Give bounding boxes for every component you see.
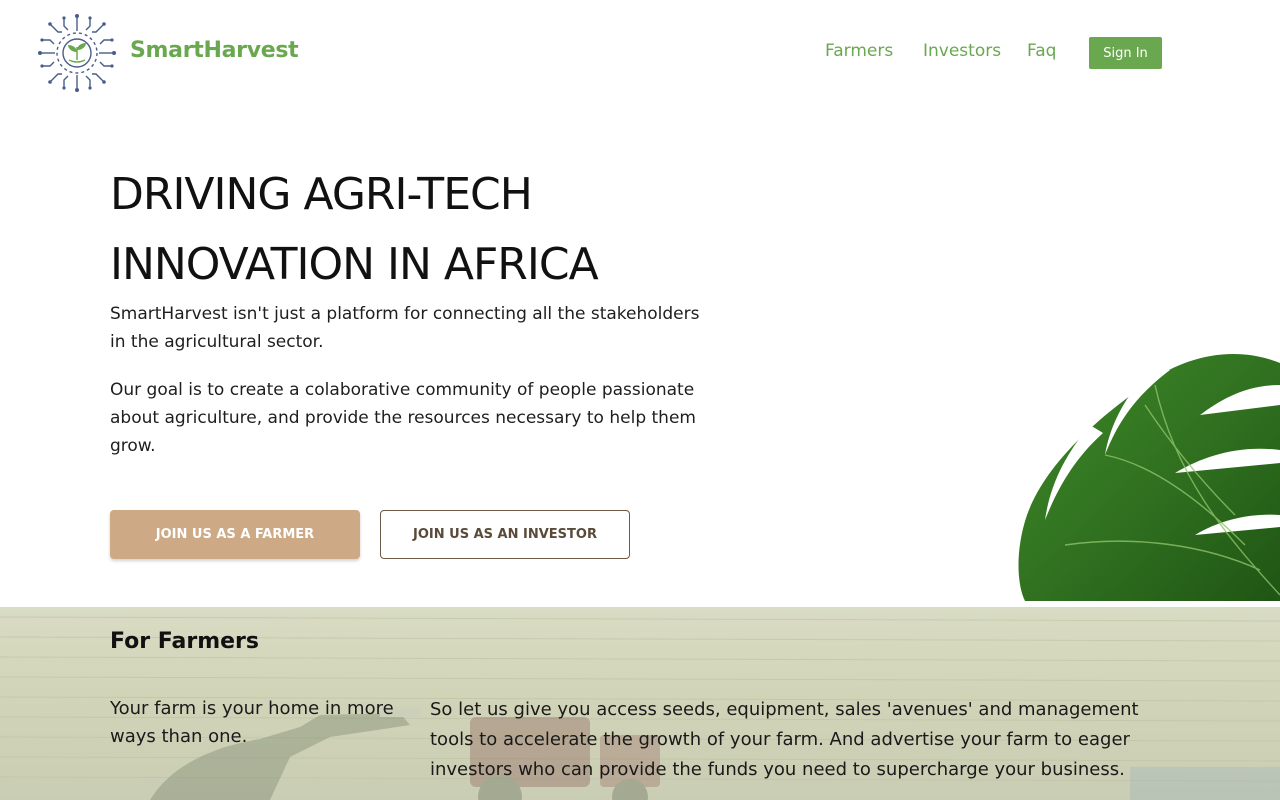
hero-goal-text: Our goal is to create a colaborative com… xyxy=(110,380,696,456)
nav-link-faq[interactable]: Faq xyxy=(1027,41,1056,61)
hero-title-line-1: DRIVING AGRI-TECH xyxy=(110,169,533,220)
section-title: For Farmers xyxy=(110,629,259,654)
circuit-sun-sprout-icon[interactable] xyxy=(38,14,116,92)
join-as-farmer-button[interactable]: JOIN US AS A FARMER xyxy=(110,510,360,559)
sign-in-button[interactable]: Sign In xyxy=(1089,37,1162,69)
farm-benefits-text: So let us give you access seeds, equipme… xyxy=(430,699,1139,780)
brand-name[interactable]: SmartHarvest xyxy=(130,38,299,63)
for-farmers-section: For Farmers Your farm is your home in mo… xyxy=(0,607,1280,800)
hero-intro-text: SmartHarvest isn't just a platform for c… xyxy=(110,304,700,352)
nav-link-farmers[interactable]: Farmers xyxy=(825,41,893,61)
nav-link-investors[interactable]: Investors xyxy=(923,41,1001,61)
join-as-investor-button[interactable]: JOIN US AS AN INVESTOR xyxy=(380,510,630,559)
hero-title-line-2: INNOVATION IN AFRICA xyxy=(110,239,599,290)
monstera-leaf-icon xyxy=(1018,354,1280,601)
hero-title: DRIVING AGRI-TECH INNOVATION IN AFRICA xyxy=(110,160,599,300)
site-header: SmartHarvest Farmers Investors Faq Sign … xyxy=(0,0,1280,106)
farm-home-text: Your farm is your home in more ways than… xyxy=(110,698,394,747)
